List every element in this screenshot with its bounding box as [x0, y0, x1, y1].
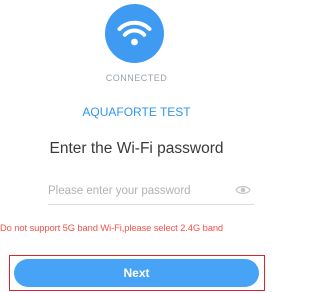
next-button[interactable]: Next: [14, 259, 259, 287]
page-title: Enter the Wi-Fi password: [49, 140, 224, 157]
wifi-icon: [105, 4, 164, 63]
connection-status: CONNECTED: [105, 73, 168, 83]
wifi-password-screen: CONNECTED AQUAFORTE TEST Enter the Wi-Fi…: [0, 0, 273, 293]
network-name: AQUAFORTE TEST: [82, 105, 191, 119]
password-input[interactable]: [48, 181, 228, 201]
password-underline: [48, 204, 254, 205]
band-warning-text: Do not support 5G band Wi-Fi,please sele…: [0, 222, 224, 233]
eye-icon[interactable]: [235, 183, 251, 197]
